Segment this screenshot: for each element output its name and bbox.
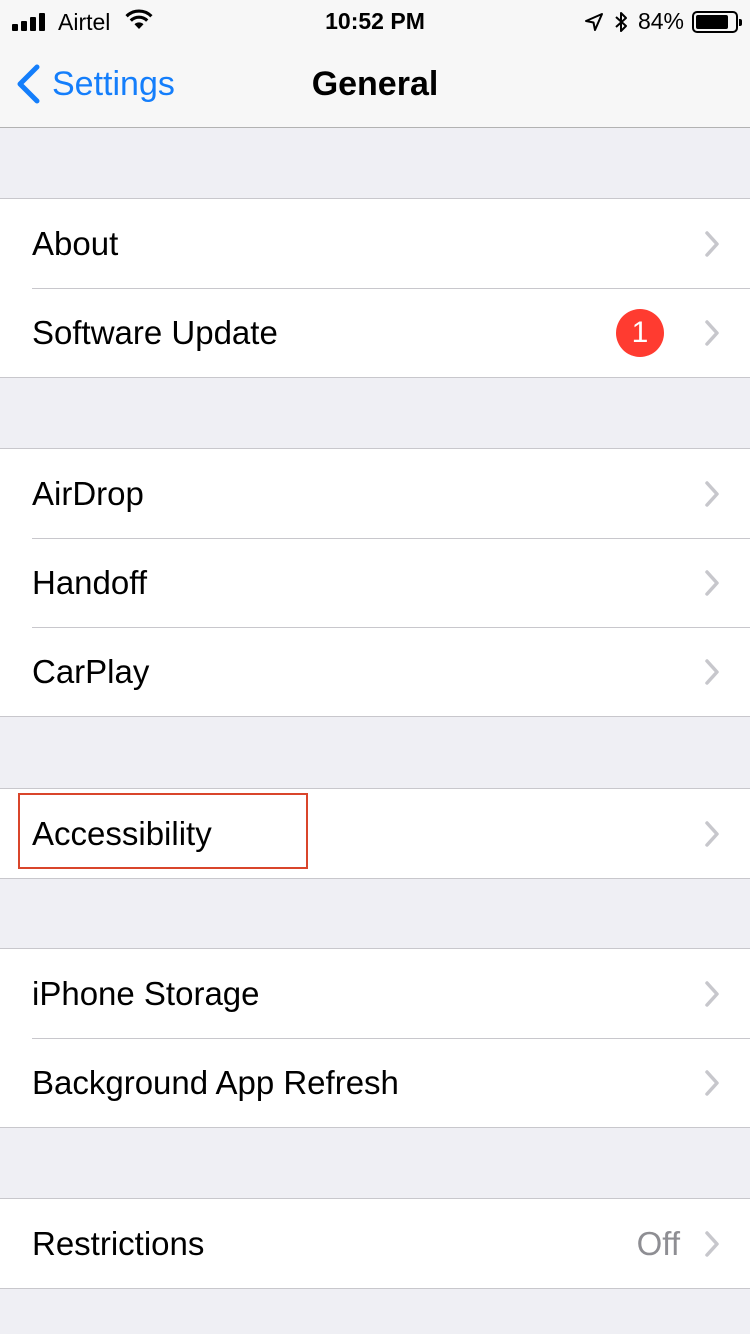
chevron-right-icon <box>705 320 719 346</box>
row-value: Off <box>636 1224 680 1262</box>
chevron-right-icon <box>705 981 719 1007</box>
chevron-right-icon <box>705 481 719 507</box>
row-label: Software Update <box>32 313 278 351</box>
notification-badge: 1 <box>616 309 664 357</box>
navigation-bar: Settings General <box>0 40 750 128</box>
row-restrictions[interactable]: Restrictions Off <box>0 1199 750 1288</box>
row-airdrop[interactable]: AirDrop <box>0 449 750 538</box>
back-button[interactable]: Settings <box>16 40 175 128</box>
chevron-left-icon <box>17 64 40 104</box>
chevron-right-icon <box>705 821 719 847</box>
status-right: 84% <box>584 8 742 35</box>
battery-fill <box>696 14 728 29</box>
settings-group-5: Restrictions Off <box>0 1198 750 1289</box>
row-carplay[interactable]: CarPlay <box>0 627 750 716</box>
chevron-right-icon <box>705 570 719 596</box>
row-label: About <box>32 224 119 262</box>
row-label: Restrictions <box>32 1224 205 1262</box>
row-label: Background App Refresh <box>32 1063 399 1101</box>
row-accessibility[interactable]: Accessibility <box>0 789 750 878</box>
row-background-app-refresh[interactable]: Background App Refresh <box>0 1038 750 1127</box>
settings-group-1: About Software Update 1 <box>0 198 750 378</box>
chevron-right-icon <box>705 1070 719 1096</box>
row-label: Accessibility <box>32 814 212 852</box>
row-about[interactable]: About <box>0 199 750 288</box>
settings-group-4: iPhone Storage Background App Refresh <box>0 948 750 1128</box>
row-label: iPhone Storage <box>32 974 260 1012</box>
back-button-label: Settings <box>52 64 175 103</box>
battery-icon <box>692 10 742 33</box>
location-icon <box>584 12 604 32</box>
battery-percent: 84% <box>637 8 684 34</box>
row-label: AirDrop <box>32 474 144 512</box>
status-bar: Airtel 10:52 PM 84% <box>0 0 750 40</box>
row-label: Handoff <box>32 563 147 601</box>
chevron-right-icon <box>705 1231 719 1257</box>
row-iphone-storage[interactable]: iPhone Storage <box>0 949 750 1038</box>
chevron-right-icon <box>705 231 719 257</box>
row-software-update[interactable]: Software Update 1 <box>0 288 750 377</box>
row-handoff[interactable]: Handoff <box>0 538 750 627</box>
bluetooth-icon <box>614 11 628 33</box>
settings-group-3: Accessibility <box>0 788 750 879</box>
chevron-right-icon <box>705 659 719 685</box>
settings-group-2: AirDrop Handoff CarPlay <box>0 448 750 717</box>
row-label: CarPlay <box>32 652 150 690</box>
